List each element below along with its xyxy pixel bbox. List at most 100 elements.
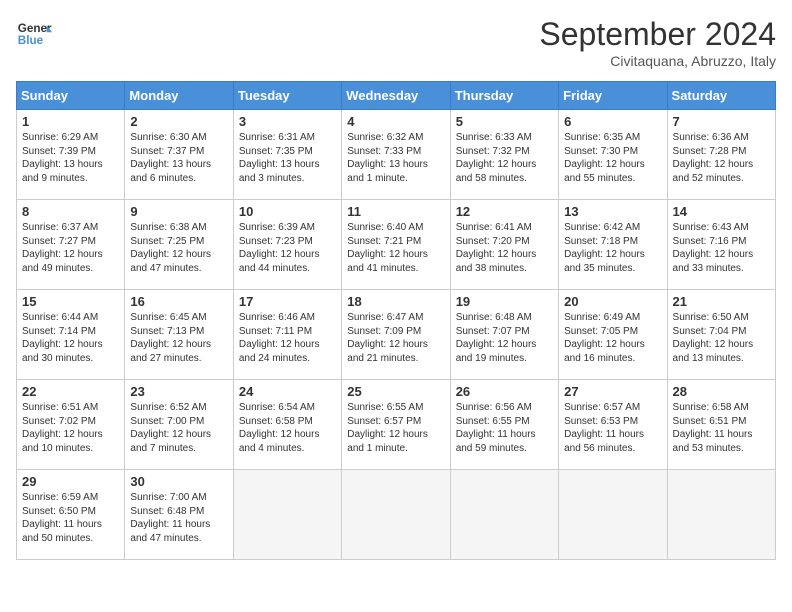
calendar-cell: 24 Sunrise: 6:54 AMSunset: 6:58 PMDayligh… [233,380,341,470]
logo-icon: General Blue [16,16,52,52]
day-number: 29 [22,474,119,489]
calendar-cell: 1 Sunrise: 6:29 AMSunset: 7:39 PMDaylight… [17,110,125,200]
day-number: 5 [456,114,553,129]
calendar-cell: 4 Sunrise: 6:32 AMSunset: 7:33 PMDaylight… [342,110,450,200]
day-number: 14 [673,204,770,219]
calendar-cell: 23 Sunrise: 6:52 AMSunset: 7:00 PMDayligh… [125,380,233,470]
day-detail: Sunrise: 6:55 AMSunset: 6:57 PMDaylight:… [347,401,444,455]
calendar-cell: 28Sunrise: 6:58 AMSunset: 6:51 PMDayligh… [667,380,775,470]
calendar-cell: 6Sunrise: 6:35 AMSunset: 7:30 PMDaylight… [559,110,667,200]
day-number: 9 [130,204,227,219]
day-number: 24 [239,384,336,399]
calendar-week-5: 29 Sunrise: 6:59 AMSunset: 6:50 PMDayligh… [17,470,776,560]
day-number: 30 [130,474,227,489]
calendar-cell: 16 Sunrise: 6:45 AMSunset: 7:13 PMDayligh… [125,290,233,380]
weekday-header-sunday: Sunday [17,82,125,110]
day-number: 20 [564,294,661,309]
calendar-cell: 10 Sunrise: 6:39 AMSunset: 7:23 PMDayligh… [233,200,341,290]
day-detail: Sunrise: 6:54 AMSunset: 6:58 PMDaylight:… [239,401,336,455]
calendar-cell: 30 Sunrise: 7:00 AMSunset: 6:48 PMDayligh… [125,470,233,560]
day-number: 10 [239,204,336,219]
calendar-cell [233,470,341,560]
calendar-cell: 12 Sunrise: 6:41 AMSunset: 7:20 PMDayligh… [450,200,558,290]
day-detail: Sunrise: 6:33 AMSunset: 7:32 PMDaylight:… [456,131,553,185]
calendar-cell: 13Sunrise: 6:42 AMSunset: 7:18 PMDayligh… [559,200,667,290]
calendar-cell: 21Sunrise: 6:50 AMSunset: 7:04 PMDayligh… [667,290,775,380]
day-number: 25 [347,384,444,399]
day-number: 22 [22,384,119,399]
day-detail: Sunrise: 6:37 AMSunset: 7:27 PMDaylight:… [22,221,119,275]
day-number: 8 [22,204,119,219]
logo: General Blue [16,16,52,52]
day-number: 17 [239,294,336,309]
day-number: 16 [130,294,227,309]
day-detail: Sunrise: 6:41 AMSunset: 7:20 PMDaylight:… [456,221,553,275]
day-detail: Sunrise: 6:47 AMSunset: 7:09 PMDaylight:… [347,311,444,365]
svg-text:Blue: Blue [18,34,44,47]
day-detail: Sunrise: 6:45 AMSunset: 7:13 PMDaylight:… [130,311,227,365]
calendar-cell: 3 Sunrise: 6:31 AMSunset: 7:35 PMDaylight… [233,110,341,200]
day-number: 11 [347,204,444,219]
day-detail: Sunrise: 7:00 AMSunset: 6:48 PMDaylight:… [130,491,227,545]
calendar-cell: 22 Sunrise: 6:51 AMSunset: 7:02 PMDayligh… [17,380,125,470]
calendar-week-3: 15 Sunrise: 6:44 AMSunset: 7:14 PMDayligh… [17,290,776,380]
weekday-header-wednesday: Wednesday [342,82,450,110]
day-detail: Sunrise: 6:51 AMSunset: 7:02 PMDaylight:… [22,401,119,455]
day-number: 7 [673,114,770,129]
calendar-cell [450,470,558,560]
calendar-cell: 11 Sunrise: 6:40 AMSunset: 7:21 PMDayligh… [342,200,450,290]
calendar-cell: 18Sunrise: 6:47 AMSunset: 7:09 PMDayligh… [342,290,450,380]
day-detail: Sunrise: 6:30 AMSunset: 7:37 PMDaylight:… [130,131,227,185]
calendar-cell: 9 Sunrise: 6:38 AMSunset: 7:25 PMDaylight… [125,200,233,290]
calendar-cell: 25 Sunrise: 6:55 AMSunset: 6:57 PMDayligh… [342,380,450,470]
day-number: 19 [456,294,553,309]
day-detail: Sunrise: 6:39 AMSunset: 7:23 PMDaylight:… [239,221,336,275]
weekday-header-tuesday: Tuesday [233,82,341,110]
day-detail: Sunrise: 6:40 AMSunset: 7:21 PMDaylight:… [347,221,444,275]
day-detail: Sunrise: 6:32 AMSunset: 7:33 PMDaylight:… [347,131,444,185]
day-detail: Sunrise: 6:36 AMSunset: 7:28 PMDaylight:… [673,131,770,185]
weekday-header-thursday: Thursday [450,82,558,110]
day-number: 15 [22,294,119,309]
month-title: September 2024 [539,16,776,53]
calendar-cell: 26 Sunrise: 6:56 AMSunset: 6:55 PMDayligh… [450,380,558,470]
day-number: 12 [456,204,553,219]
calendar-cell: 2 Sunrise: 6:30 AMSunset: 7:37 PMDaylight… [125,110,233,200]
day-number: 21 [673,294,770,309]
calendar-cell: 17 Sunrise: 6:46 AMSunset: 7:11 PMDayligh… [233,290,341,380]
day-detail: Sunrise: 6:42 AMSunset: 7:18 PMDaylight:… [564,221,661,275]
day-detail: Sunrise: 6:31 AMSunset: 7:35 PMDaylight:… [239,131,336,185]
page-header: General Blue September 2024 Civitaquana,… [16,16,776,69]
calendar-body: 1 Sunrise: 6:29 AMSunset: 7:39 PMDaylight… [17,110,776,560]
calendar-cell: 29 Sunrise: 6:59 AMSunset: 6:50 PMDayligh… [17,470,125,560]
calendar-cell: 20 Sunrise: 6:49 AMSunset: 7:05 PMDayligh… [559,290,667,380]
day-detail: Sunrise: 6:29 AMSunset: 7:39 PMDaylight:… [22,131,119,185]
day-number: 26 [456,384,553,399]
day-detail: Sunrise: 6:56 AMSunset: 6:55 PMDaylight:… [456,401,553,455]
calendar-cell: 15 Sunrise: 6:44 AMSunset: 7:14 PMDayligh… [17,290,125,380]
day-detail: Sunrise: 6:59 AMSunset: 6:50 PMDaylight:… [22,491,119,545]
calendar-header-row: SundayMondayTuesdayWednesdayThursdayFrid… [17,82,776,110]
day-detail: Sunrise: 6:35 AMSunset: 7:30 PMDaylight:… [564,131,661,185]
day-number: 1 [22,114,119,129]
day-number: 3 [239,114,336,129]
weekday-header-monday: Monday [125,82,233,110]
calendar-week-1: 1 Sunrise: 6:29 AMSunset: 7:39 PMDaylight… [17,110,776,200]
location: Civitaquana, Abruzzo, Italy [539,53,776,69]
day-detail: Sunrise: 6:48 AMSunset: 7:07 PMDaylight:… [456,311,553,365]
day-detail: Sunrise: 6:52 AMSunset: 7:00 PMDaylight:… [130,401,227,455]
calendar-cell: 5 Sunrise: 6:33 AMSunset: 7:32 PMDaylight… [450,110,558,200]
day-number: 2 [130,114,227,129]
day-number: 4 [347,114,444,129]
calendar-cell [342,470,450,560]
day-detail: Sunrise: 6:46 AMSunset: 7:11 PMDaylight:… [239,311,336,365]
day-detail: Sunrise: 6:38 AMSunset: 7:25 PMDaylight:… [130,221,227,275]
day-detail: Sunrise: 6:44 AMSunset: 7:14 PMDaylight:… [22,311,119,365]
day-detail: Sunrise: 6:43 AMSunset: 7:16 PMDaylight:… [673,221,770,275]
calendar-cell [667,470,775,560]
day-number: 28 [673,384,770,399]
calendar-cell: 19 Sunrise: 6:48 AMSunset: 7:07 PMDayligh… [450,290,558,380]
day-detail: Sunrise: 6:49 AMSunset: 7:05 PMDaylight:… [564,311,661,365]
day-number: 23 [130,384,227,399]
title-block: September 2024 Civitaquana, Abruzzo, Ita… [539,16,776,69]
